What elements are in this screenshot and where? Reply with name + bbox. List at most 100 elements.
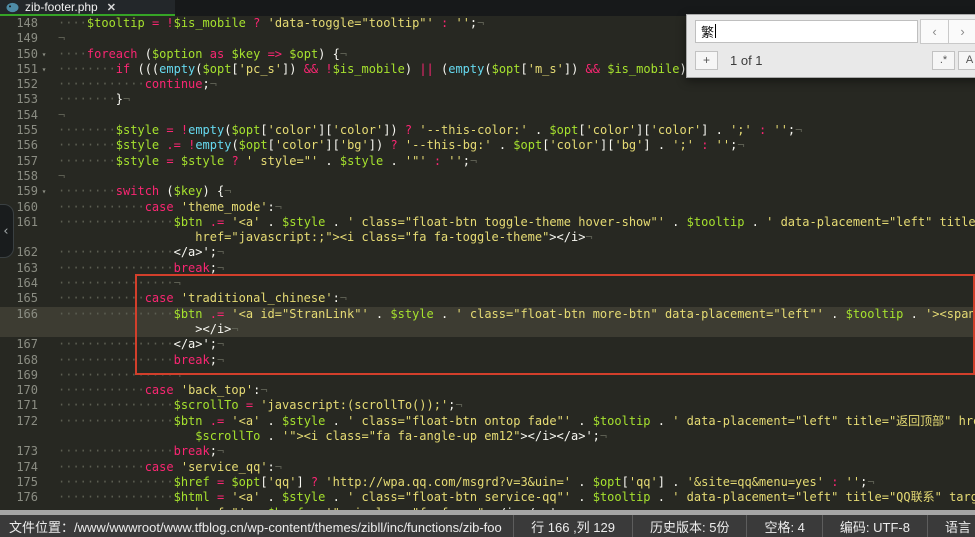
line-number[interactable]: 164 bbox=[0, 276, 38, 291]
code-line-content[interactable]: ················break;¬ bbox=[50, 261, 224, 276]
line-number[interactable]: 176 bbox=[0, 490, 38, 505]
line-number[interactable]: 170 bbox=[0, 383, 38, 398]
search-input[interactable]: 繁 bbox=[695, 20, 918, 43]
code-line-content[interactable]: ················$btn .= '<a id="StranLin… bbox=[50, 307, 975, 322]
line-number[interactable]: 158 bbox=[0, 169, 38, 184]
code-line-content[interactable]: ················break;¬ bbox=[50, 444, 224, 459]
code-line-content[interactable]: ¬ bbox=[50, 108, 65, 123]
code-line-content[interactable]: ········}¬ bbox=[50, 92, 130, 107]
code-row[interactable]: 174 ············case 'service_qq':¬ bbox=[0, 460, 975, 475]
code-line-content[interactable]: ········$style .= !empty($opt['color']['… bbox=[50, 138, 745, 153]
code-line-content[interactable]: ················$html = '<a' . $style . … bbox=[50, 490, 975, 505]
code-line-content[interactable]: ················</a>';¬ bbox=[50, 245, 224, 260]
code-row[interactable]: 157 ········$style = $style ? ' style="' … bbox=[0, 154, 975, 169]
code-line-content[interactable]: ····$tooltip = !$is_mobile ? 'data-toggl… bbox=[50, 16, 484, 31]
code-line-content[interactable]: ················$href = $opt['qq'] ? 'ht… bbox=[50, 475, 875, 490]
code-row[interactable]: 161················$btn .= '<a' . $style… bbox=[0, 215, 975, 230]
line-number[interactable]: 168 bbox=[0, 353, 38, 368]
code-line-content[interactable]: ················¬ bbox=[50, 368, 181, 383]
code-row[interactable]: 170 ············case 'back_top':¬ bbox=[0, 383, 975, 398]
line-number[interactable]: 169 bbox=[0, 368, 38, 383]
code-line-content[interactable]: ············case 'theme_mode':¬ bbox=[50, 200, 282, 215]
line-number[interactable]: 159 bbox=[0, 184, 38, 199]
line-number[interactable]: 154 bbox=[0, 108, 38, 123]
line-number[interactable]: 165 bbox=[0, 291, 38, 306]
code-row[interactable]: 173 ················break;¬ bbox=[0, 444, 975, 459]
line-number[interactable] bbox=[0, 322, 38, 337]
add-search-button[interactable]: + bbox=[695, 51, 718, 70]
code-line-content[interactable]: ············continue;¬ bbox=[50, 77, 217, 92]
code-row[interactable]: 154 ¬ bbox=[0, 108, 975, 123]
line-number[interactable]: 157 bbox=[0, 154, 38, 169]
spaces-setting[interactable]: 空格: 4 bbox=[746, 515, 821, 537]
line-number[interactable]: 155 bbox=[0, 123, 38, 138]
find-next-button[interactable]: › bbox=[949, 19, 975, 44]
line-number[interactable]: 173 bbox=[0, 444, 38, 459]
code-line-content[interactable]: ········switch ($key) {¬ bbox=[50, 184, 231, 199]
history-versions[interactable]: 历史版本: 5份 bbox=[632, 515, 746, 537]
cursor-position[interactable]: 行 166 ,列 129 bbox=[513, 515, 632, 537]
case-toggle-button[interactable]: A bbox=[958, 51, 975, 70]
code-row[interactable]: 160············case 'theme_mode':¬ bbox=[0, 200, 975, 215]
code-line-content[interactable]: ········$style = $style ? ' style="' . $… bbox=[50, 154, 477, 169]
language-setting[interactable]: 语言 bbox=[927, 515, 975, 537]
code-row[interactable]: 162················</a>';¬ bbox=[0, 245, 975, 260]
editor-tab[interactable]: zib-footer.php ✕ bbox=[0, 0, 175, 16]
line-number[interactable]: 156 bbox=[0, 138, 38, 153]
line-number[interactable]: 150 bbox=[0, 47, 38, 62]
code-row[interactable]: 155 ········$style = !empty($opt['color']… bbox=[0, 123, 975, 138]
encoding-setting[interactable]: 编码: UTF-8 bbox=[822, 515, 927, 537]
line-number[interactable]: 174 bbox=[0, 460, 38, 475]
code-line-content[interactable]: ············case 'traditional_chinese':¬ bbox=[50, 291, 347, 306]
code-row[interactable]: 156 ········$style .= !empty($opt['color'… bbox=[0, 138, 975, 153]
line-number[interactable] bbox=[0, 429, 38, 444]
line-number[interactable]: 172 bbox=[0, 414, 38, 429]
code-row[interactable]: 165 ············case 'traditional_chinese… bbox=[0, 291, 975, 306]
line-number[interactable]: 175 bbox=[0, 475, 38, 490]
line-number[interactable]: 163 bbox=[0, 261, 38, 276]
fold-arrow-icon[interactable]: ▾ bbox=[38, 62, 50, 77]
code-row[interactable]: 168 ················break;¬ bbox=[0, 353, 975, 368]
code-row[interactable]: 158 ¬ bbox=[0, 169, 975, 184]
code-line-content[interactable]: ····foreach ($option as $key => $opt) {¬ bbox=[50, 47, 347, 62]
code-line-content[interactable]: href="javascript:;"><i class="fa fa-togg… bbox=[50, 230, 593, 245]
line-number[interactable]: 149 bbox=[0, 31, 38, 46]
fold-arrow-icon[interactable]: ▾ bbox=[38, 184, 50, 199]
line-number[interactable]: 171 bbox=[0, 398, 38, 413]
code-line-content[interactable]: ················$scrollTo = 'javascript:… bbox=[50, 398, 463, 413]
code-row[interactable]: 175 ················$href = $opt['qq'] ? … bbox=[0, 475, 975, 490]
close-icon[interactable]: ✕ bbox=[107, 1, 116, 14]
code-row[interactable]: 169 ················¬ bbox=[0, 368, 975, 383]
code-line-content[interactable]: ················</a>';¬ bbox=[50, 337, 224, 352]
code-row-wrap[interactable]: $scrollTo . '"><i class="fa fa-angle-up … bbox=[0, 429, 975, 444]
code-line-content[interactable]: ················$btn .= '<a' . $style . … bbox=[50, 414, 975, 429]
code-line-content[interactable]: ············case 'service_qq':¬ bbox=[50, 460, 282, 475]
code-row[interactable]: 164 ················¬ bbox=[0, 276, 975, 291]
code-row[interactable]: 153 ········}¬ bbox=[0, 92, 975, 107]
code-line-content[interactable]: ¬ bbox=[50, 31, 65, 46]
line-number[interactable]: 151 bbox=[0, 62, 38, 77]
code-editor[interactable]: 148 ····$tooltip = !$is_mobile ? 'data-to… bbox=[0, 16, 975, 510]
code-row[interactable]: 167 ················</a>';¬ bbox=[0, 337, 975, 352]
code-line-content[interactable]: ················¬ bbox=[50, 276, 181, 291]
code-row[interactable]: 172 ················$btn .= '<a' . $style… bbox=[0, 414, 975, 429]
line-number[interactable]: 167 bbox=[0, 337, 38, 352]
code-row[interactable]: 159▾········switch ($key) {¬ bbox=[0, 184, 975, 199]
line-number[interactable]: 166 bbox=[0, 307, 38, 322]
code-line-content[interactable]: ¬ bbox=[50, 169, 65, 184]
collapse-panel-button[interactable]: ‹ bbox=[0, 204, 14, 258]
line-number[interactable]: 148 bbox=[0, 16, 38, 31]
code-line-content[interactable]: ················break;¬ bbox=[50, 353, 224, 368]
code-row[interactable]: 152············continue;¬ bbox=[0, 77, 975, 92]
code-row[interactable]: 163 ················break;¬ bbox=[0, 261, 975, 276]
code-row[interactable]: 176 ················$html = '<a' . $style… bbox=[0, 490, 975, 505]
code-line-content[interactable]: ············case 'back_top':¬ bbox=[50, 383, 268, 398]
code-line-content[interactable]: ········$style = !empty($opt['color']['c… bbox=[50, 123, 802, 138]
code-row[interactable]: 171 ················$scrollTo = 'javascri… bbox=[0, 398, 975, 413]
code-row-wrap[interactable]: ></i>¬ bbox=[0, 322, 975, 337]
code-line-content[interactable]: ></i>¬ bbox=[50, 322, 239, 337]
line-number[interactable]: 153 bbox=[0, 92, 38, 107]
code-line-content[interactable]: ················$btn .= '<a' . $style . … bbox=[50, 215, 975, 230]
code-row[interactable]: 166 ················$btn .= '<a id="Stran… bbox=[0, 307, 975, 322]
fold-arrow-icon[interactable]: ▾ bbox=[38, 47, 50, 62]
